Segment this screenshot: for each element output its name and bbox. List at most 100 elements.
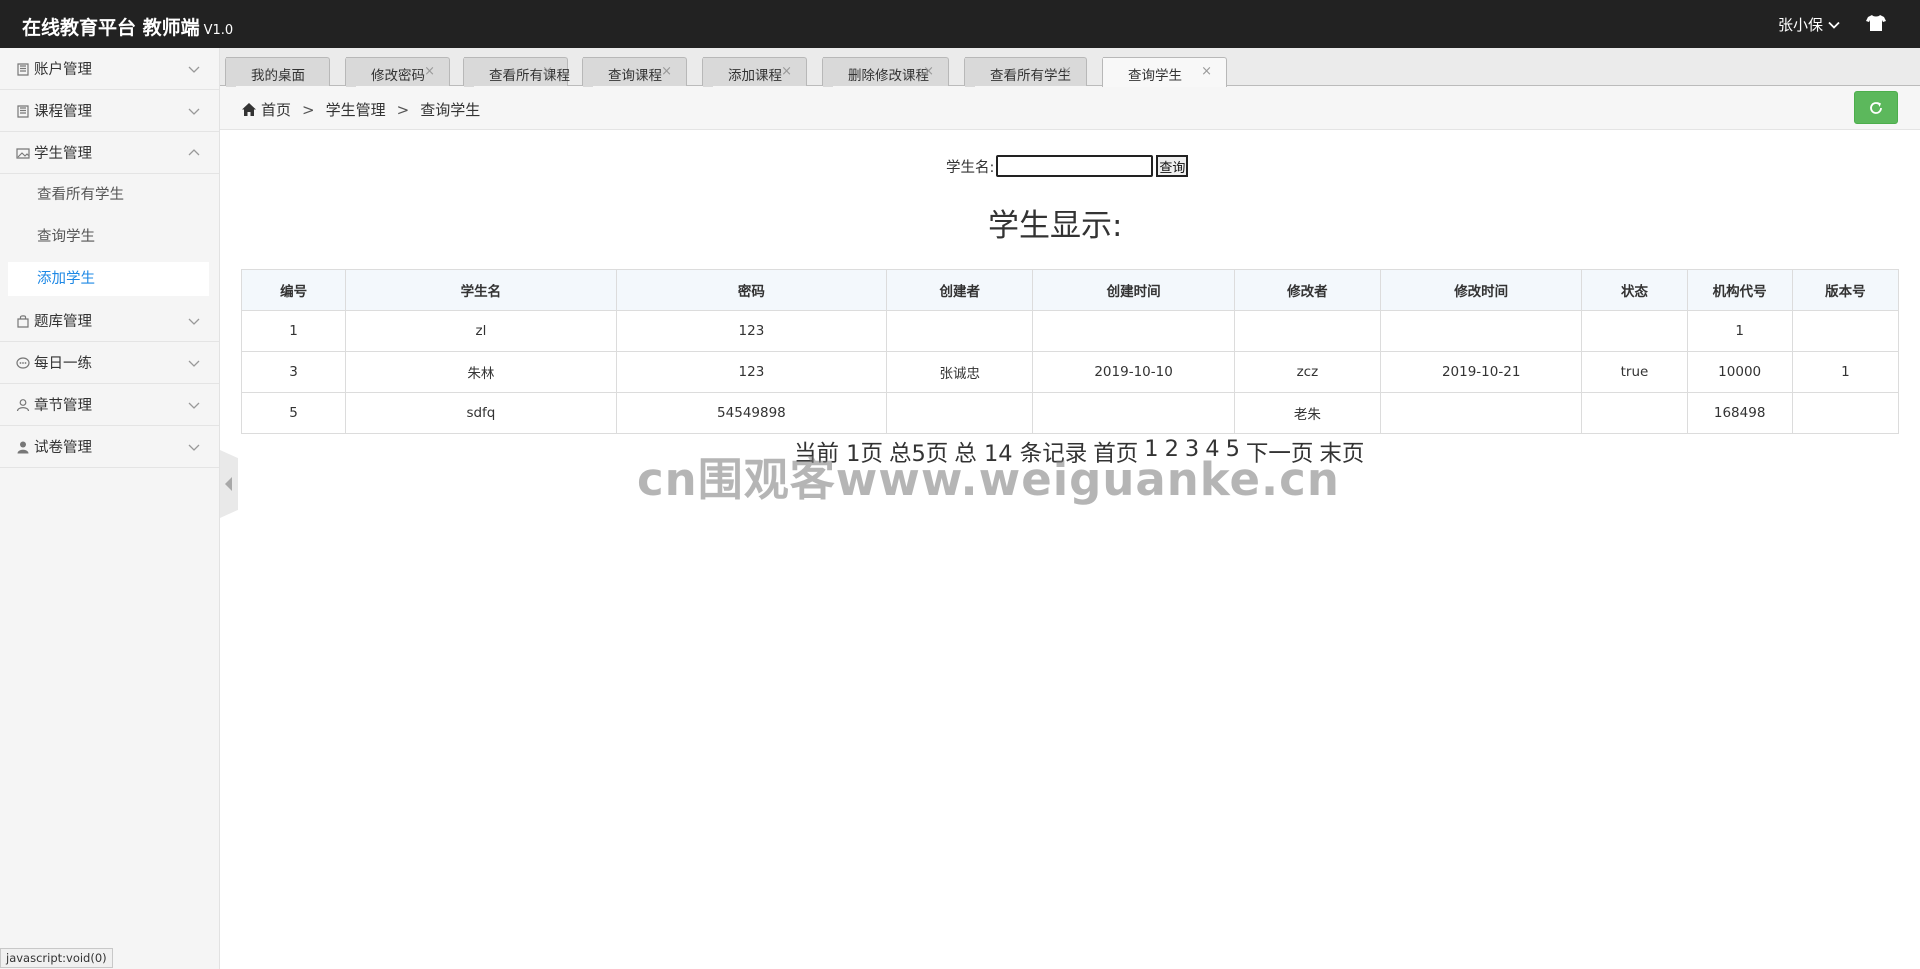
- top-header: 在线教育平台 教师端 V1.0 张小保: [0, 0, 1920, 48]
- tab-7[interactable]: 查询学生 ×: [1102, 57, 1227, 87]
- search-button[interactable]: 查询: [1156, 155, 1189, 177]
- close-icon[interactable]: ×: [923, 64, 934, 79]
- table-cell: zl: [345, 310, 617, 352]
- pager-total-pages: 总5页: [888, 441, 949, 467]
- sidebar: 账户管理课程管理学生管理 查看所有学生 查询学生添加学生题库管理每日一练章节管理试卷…: [0, 48, 220, 969]
- table-cell: 1: [240, 310, 347, 352]
- sidebar-menu-label: 题库管理: [34, 314, 92, 330]
- table-cell: [1380, 392, 1583, 434]
- tab-6[interactable]: 查看所有学生 ×: [964, 57, 1087, 87]
- breadcrumb-student-mgmt[interactable]: 学生管理: [326, 99, 386, 120]
- close-icon[interactable]: ×: [542, 64, 553, 79]
- chevron-down-icon: [188, 318, 200, 325]
- pager-page-links: 12345: [1144, 436, 1240, 468]
- table-cell: sdfq: [345, 392, 617, 434]
- column-header: 版本号: [1791, 269, 1900, 311]
- sidebar-subitem-2-1[interactable]: 查询学生: [0, 216, 219, 258]
- tab-label: 查看所有课程: [489, 68, 570, 84]
- breadcrumb-home[interactable]: 首页: [261, 99, 291, 120]
- sidebar-menu-6[interactable]: 试卷管理: [0, 426, 219, 468]
- table-cell: [886, 392, 1034, 434]
- pager-total-records: 总 14 条记录: [954, 441, 1088, 467]
- home-icon: [242, 103, 256, 116]
- pager-first[interactable]: 首页: [1093, 436, 1138, 468]
- bag-icon: [17, 314, 29, 328]
- table-cell: 1: [1791, 351, 1900, 393]
- tab-3[interactable]: 查询课程 ×: [582, 57, 687, 87]
- chevron-down-icon: [1828, 21, 1840, 29]
- user-menu[interactable]: 张小保: [1778, 14, 1840, 35]
- sidebar-collapse-handle[interactable]: [220, 450, 238, 518]
- table-row: 5 sdfq 54549898 老朱 168498: [240, 392, 1900, 434]
- pager-page-link[interactable]: 5: [1226, 436, 1240, 468]
- sidebar-menu-label: 章节管理: [34, 398, 92, 414]
- breadcrumb: 首页 > 学生管理 > 查询学生: [242, 99, 480, 120]
- pager-page-link[interactable]: 1: [1144, 436, 1158, 468]
- sidebar-menu-5[interactable]: 章节管理: [0, 384, 219, 426]
- brand-title: 在线教育平台 教师端 V1.0: [22, 13, 233, 40]
- pager-page-link[interactable]: 4: [1205, 436, 1219, 468]
- table-cell: [1233, 310, 1382, 352]
- column-header: 机构代号: [1686, 269, 1793, 311]
- breadcrumb-bar: 首页 > 学生管理 > 查询学生: [220, 86, 1920, 130]
- close-icon[interactable]: ×: [1201, 64, 1212, 79]
- pager-page-link[interactable]: 3: [1185, 436, 1199, 468]
- breadcrumb-separator: >: [396, 100, 410, 119]
- close-icon[interactable]: ×: [1061, 64, 1072, 79]
- breadcrumb-separator: >: [302, 100, 315, 119]
- user-icon: [17, 441, 29, 453]
- tab-4[interactable]: 添加课程 ×: [702, 57, 807, 87]
- chevron-up-icon: [188, 149, 200, 156]
- table-cell: 5: [240, 392, 347, 434]
- table-cell: [886, 310, 1034, 352]
- table-row: 1 zl 123 1: [240, 310, 1900, 352]
- table-cell: [1380, 310, 1583, 352]
- table-cell: [1581, 310, 1688, 352]
- chevron-down-icon: [188, 66, 200, 73]
- pagination: 当前 1页 总5页 总 14 条记录 首页 12345 下一页 末页: [794, 436, 1364, 468]
- user-name: 张小保: [1778, 16, 1824, 34]
- tab-5[interactable]: 删除修改课程 ×: [822, 57, 949, 87]
- tab-0[interactable]: 我的桌面: [225, 57, 330, 87]
- table-cell: 1: [1686, 310, 1793, 352]
- table-header-row: 编号 学生名 密码 创建者 创建时间 修改者 修改时间 状态 机构代号 版本号: [240, 269, 1900, 311]
- student-name-input[interactable]: [996, 155, 1154, 177]
- tab-1[interactable]: 修改密码 ×: [345, 57, 450, 87]
- tab-2[interactable]: 查看所有课程 ×: [463, 57, 570, 87]
- search-row: 学生名: 查询: [946, 155, 1189, 177]
- refresh-button[interactable]: [1854, 91, 1898, 124]
- brand-name: 在线教育平台 教师端: [22, 17, 200, 39]
- sidebar-menu-4[interactable]: 每日一练: [0, 342, 219, 384]
- sidebar-menu-0[interactable]: 账户管理: [0, 48, 219, 90]
- close-icon[interactable]: ×: [781, 64, 792, 79]
- sidebar-menu-label: 账户管理: [34, 62, 92, 78]
- table-cell: 10000: [1686, 351, 1793, 393]
- pager-next[interactable]: 下一页: [1246, 436, 1314, 468]
- tab-label: 查询课程: [608, 68, 662, 84]
- sidebar-subitem-2-2[interactable]: 添加学生: [8, 262, 209, 296]
- table-cell: 123: [615, 310, 888, 352]
- tab-label: 修改密码: [371, 68, 425, 84]
- close-icon[interactable]: ×: [424, 64, 435, 79]
- pager-last[interactable]: 末页: [1319, 436, 1364, 468]
- tab-label: 查看所有学生: [990, 68, 1071, 84]
- column-header: 创建时间: [1032, 269, 1235, 311]
- sidebar-menu-label: 课程管理: [34, 104, 92, 120]
- table-cell: 老朱: [1233, 392, 1382, 434]
- sidebar-menu-1[interactable]: 课程管理: [0, 90, 219, 132]
- table-cell: 3: [240, 351, 347, 393]
- column-header: 修改时间: [1380, 269, 1583, 311]
- tshirt-icon[interactable]: [1866, 14, 1886, 32]
- pager-page-link[interactable]: 2: [1165, 436, 1179, 468]
- sidebar-menu-2[interactable]: 学生管理: [0, 132, 219, 174]
- chevron-down-icon: [188, 108, 200, 115]
- book-icon: [17, 62, 29, 76]
- column-header: 编号: [240, 269, 347, 311]
- sidebar-menu-3[interactable]: 题库管理: [0, 300, 219, 342]
- sidebar-subitem-2-0[interactable]: 查看所有学生: [0, 174, 219, 216]
- close-icon[interactable]: ×: [661, 64, 672, 79]
- column-header: 状态: [1581, 269, 1688, 311]
- table-cell: 54549898: [615, 392, 888, 434]
- table-cell: [1032, 310, 1235, 352]
- table-cell: 张诚忠: [886, 351, 1034, 393]
